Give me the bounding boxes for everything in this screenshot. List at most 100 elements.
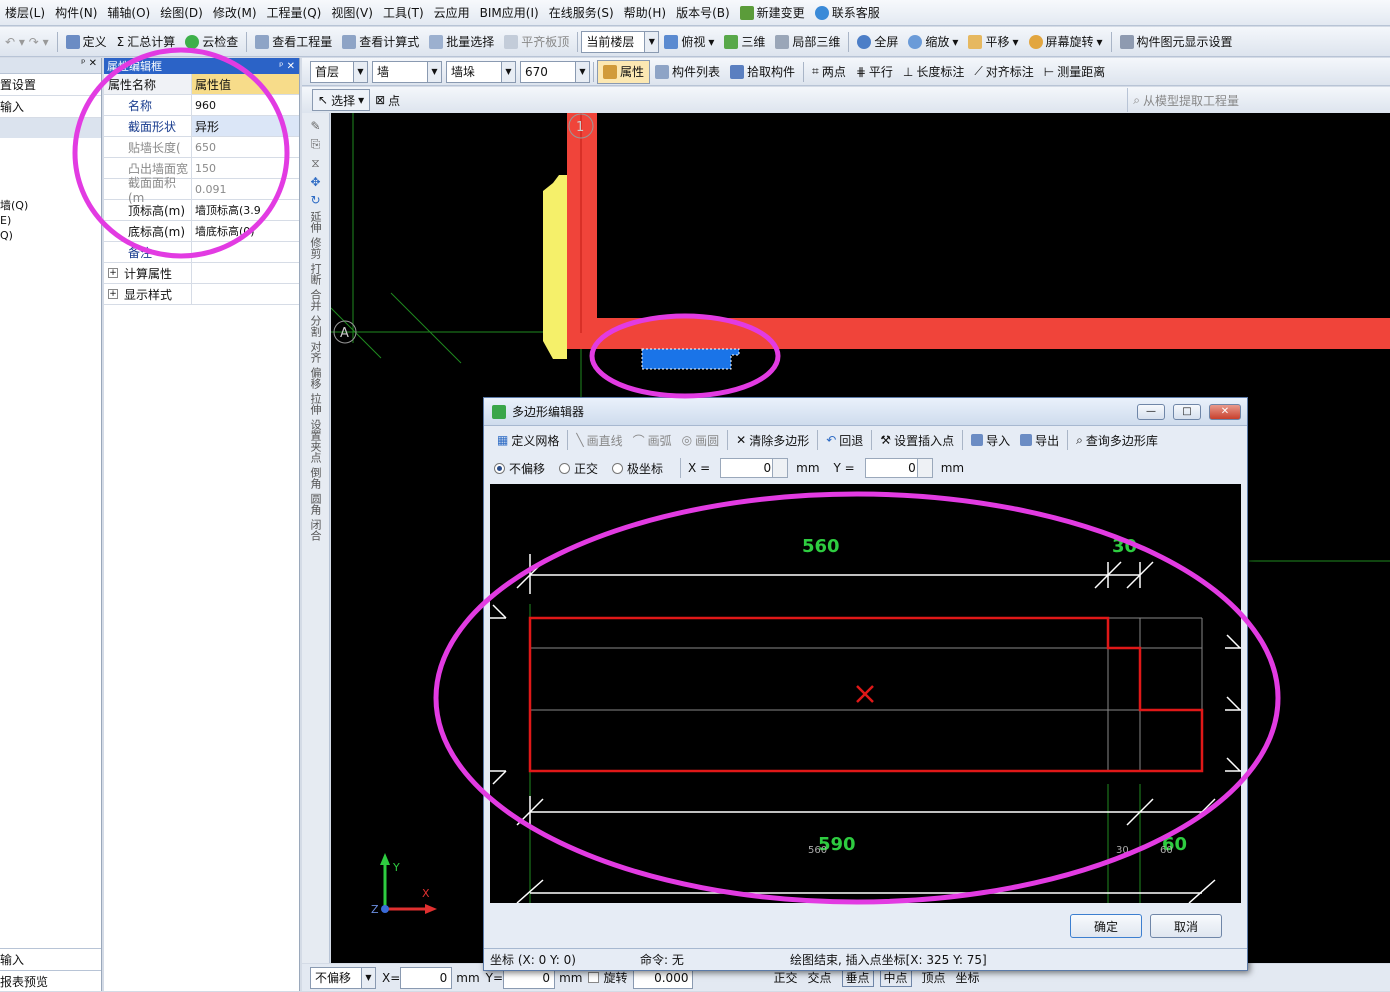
export-button[interactable]: 导出	[1015, 428, 1064, 452]
snap-orthogonal[interactable]: 正交	[773, 969, 797, 986]
nav-bottom-input[interactable]: 输入	[0, 948, 101, 970]
local-3d-button[interactable]: 局部三维	[770, 30, 845, 54]
tool-offset[interactable]: 偏移	[309, 367, 322, 389]
menu-cloud[interactable]: 云应用	[429, 4, 475, 21]
tree-item-e[interactable]: E)	[0, 213, 28, 228]
property-group-calc[interactable]: + 计算属性	[104, 263, 299, 284]
tool-extend[interactable]: 延伸	[309, 211, 322, 233]
display-settings-button[interactable]: 构件图元显示设置	[1115, 30, 1238, 54]
copy-icon[interactable]: ⎘	[311, 137, 321, 152]
draw-circle-button[interactable]: ◎ 画圆	[677, 428, 725, 452]
menu-aux-axis[interactable]: 辅轴(O)	[102, 4, 155, 21]
tool-merge[interactable]: 合并	[309, 289, 322, 311]
tree-item-q[interactable]: Q)	[0, 228, 28, 243]
define-grid-button[interactable]: ▦ 定义网格	[492, 428, 564, 452]
tool-close[interactable]: 闭合	[309, 519, 322, 541]
menu-version[interactable]: 版本号(B)	[671, 4, 735, 21]
radio-orthogonal[interactable]	[559, 462, 571, 474]
floor-select[interactable]: 首层 ▼	[310, 60, 368, 83]
menu-floor[interactable]: 楼层(L)	[0, 4, 50, 21]
component-list-button[interactable]: 构件列表	[650, 60, 725, 84]
x-coordinate-input[interactable]: 0	[720, 458, 789, 478]
tree-item-wall[interactable]: 墙(Q)	[0, 198, 28, 213]
align-dim-button[interactable]: ⟋ 对齐标注	[969, 60, 1038, 84]
undo-button[interactable]: ↶ 回退	[821, 428, 868, 452]
snap-coordinate[interactable]: 坐标	[956, 969, 980, 986]
top-view-button[interactable]: 俯视 ▾	[659, 30, 719, 54]
tool-fillet[interactable]: 圆角	[309, 493, 322, 515]
polygon-canvas[interactable]: 560 30 590 60 560 30 60	[490, 484, 1241, 903]
y-coordinate-input[interactable]: 0	[864, 458, 933, 478]
nav-bottom-report[interactable]: 报表预览	[0, 970, 101, 992]
property-row[interactable]: 顶标高(m) 墙顶标高(3.9	[104, 200, 299, 221]
wall-horizontal[interactable]	[597, 318, 1390, 349]
tool-stretch[interactable]: 拉伸	[309, 393, 322, 415]
column-yellow[interactable]	[543, 175, 567, 359]
menu-modify[interactable]: 修改(M)	[208, 4, 262, 21]
ok-button[interactable]: 确定	[1070, 914, 1142, 938]
summary-button[interactable]: Σ 汇总计算	[112, 30, 181, 54]
rotate-checkbox[interactable]	[588, 972, 600, 983]
tool-chamfer[interactable]: 倒角	[309, 467, 322, 489]
attribute-button[interactable]: 属性	[597, 59, 651, 84]
menu-online[interactable]: 在线服务(S)	[544, 4, 619, 21]
view-quantity-button[interactable]: 查看工程量	[250, 30, 337, 54]
property-group-display[interactable]: + 显示样式	[104, 284, 299, 305]
draw-arc-button[interactable]: ⌒ 画弧	[628, 428, 677, 452]
offset-select[interactable]: 不偏移 ▼	[310, 966, 376, 989]
undo-button[interactable]: ↶ ▾ ↷ ▾	[0, 30, 54, 54]
selected-wall-pier[interactable]	[641, 348, 740, 370]
property-row[interactable]: 贴墙长度(650	[104, 137, 299, 158]
length-dim-button[interactable]: ⊥ 长度标注	[898, 60, 969, 84]
define-button[interactable]: 定义	[61, 30, 112, 54]
set-insert-point-button[interactable]: ⚒ 设置插入点	[875, 428, 959, 452]
mirror-icon[interactable]: ⧖	[311, 156, 319, 171]
dialog-title-bar[interactable]: 多边形编辑器 — □ ✕	[484, 398, 1247, 426]
move-icon[interactable]: ✥	[310, 175, 320, 189]
menu-help[interactable]: 帮助(H)	[619, 4, 671, 21]
tool-align[interactable]: 对齐	[309, 341, 322, 363]
menu-view[interactable]: 视图(V)	[326, 4, 378, 21]
tool-break[interactable]: 打断	[309, 263, 322, 285]
pick-component-button[interactable]: 拾取构件	[725, 60, 800, 84]
parallel-button[interactable]: ⋕ 平行	[851, 60, 898, 84]
batch-select-button[interactable]: 批量选择	[424, 30, 499, 54]
expand-icon[interactable]: +	[108, 268, 118, 278]
type-select[interactable]: 墙 ▼	[372, 60, 442, 83]
3d-button[interactable]: 三维	[719, 30, 770, 54]
rotate-button[interactable]: 屏幕旋转 ▾	[1024, 30, 1108, 54]
select-button[interactable]: ↖ 选择 ▾	[312, 89, 371, 111]
extract-quantity-button[interactable]: ⌕ 从模型提取工程量	[1127, 88, 1244, 112]
radio-no-offset[interactable]	[494, 462, 505, 474]
current-floor-select[interactable]: 当前楼层 ▼	[581, 30, 660, 53]
flat-slab-button[interactable]: 平齐板顶	[499, 30, 574, 54]
subtype-select[interactable]: 墙垛 ▼	[446, 60, 516, 83]
measure-button[interactable]: ⊢ 测量距离	[1039, 60, 1110, 84]
component-select[interactable]: 670 ▼	[520, 60, 590, 83]
menu-tools[interactable]: 工具(T)	[378, 4, 429, 21]
property-row[interactable]: 截面面积(m 0.091	[104, 176, 299, 205]
property-row[interactable]: 备注	[104, 242, 299, 263]
two-point-button[interactable]: ⌗ 两点	[807, 60, 851, 84]
menu-quantity[interactable]: 工程量(Q)	[262, 4, 327, 21]
expand-icon[interactable]: +	[108, 289, 118, 299]
brush-icon[interactable]: ✎	[310, 119, 320, 133]
menu-support[interactable]: 联系客服	[810, 4, 885, 21]
property-row[interactable]: 截面形状 异形	[104, 116, 299, 137]
cloud-check-button[interactable]: 云检查	[180, 30, 243, 54]
close-button[interactable]: ✕	[1209, 403, 1241, 420]
pan-button[interactable]: 平移 ▾	[963, 30, 1023, 54]
maximize-button[interactable]: □	[1173, 403, 1201, 420]
query-library-button[interactable]: ⌕ 查询多边形库	[1071, 428, 1163, 452]
nav-item-input[interactable]: 输入	[0, 96, 101, 118]
zoom-button[interactable]: 缩放 ▾	[903, 30, 963, 54]
cancel-button[interactable]: 取消	[1150, 914, 1222, 938]
menu-component[interactable]: 构件(N)	[50, 4, 102, 21]
rotate-icon[interactable]: ↻	[310, 193, 320, 207]
draw-line-button[interactable]: ╲ 画直线	[571, 428, 627, 452]
property-row[interactable]: 底标高(m) 墙底标高(0)	[104, 221, 299, 242]
tool-grip[interactable]: 设置夹点	[309, 419, 322, 463]
pin-icon[interactable]: ᵖ	[81, 58, 85, 69]
tool-split[interactable]: 分割	[309, 315, 322, 337]
minimize-button[interactable]: —	[1137, 403, 1165, 420]
